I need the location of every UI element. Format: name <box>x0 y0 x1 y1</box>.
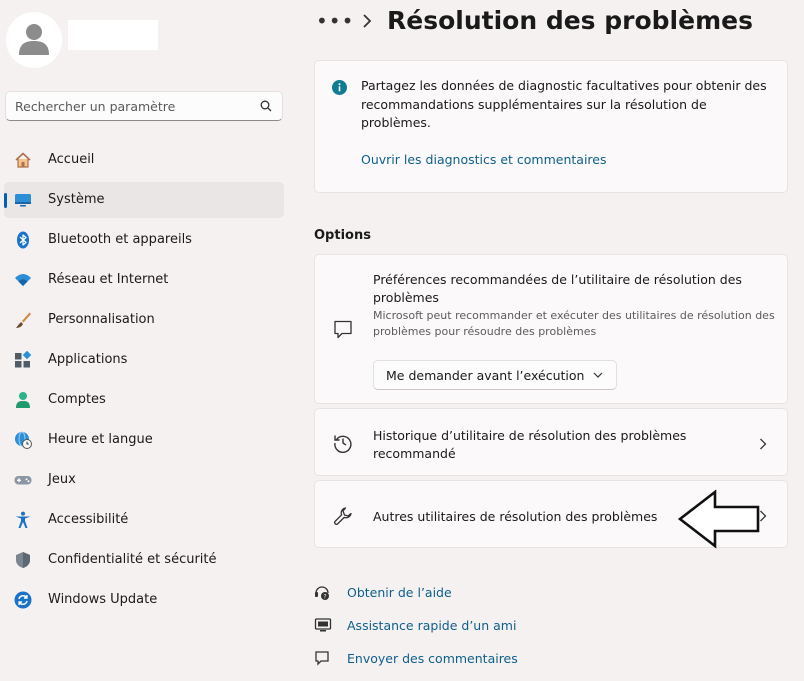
update-icon <box>14 591 32 609</box>
page-title: Résolution des problèmes <box>387 6 753 35</box>
annotation-arrow-icon <box>677 489 760 549</box>
history-icon <box>334 435 352 453</box>
account-icon <box>16 392 30 408</box>
sidebar-item-label: Personnalisation <box>48 312 155 327</box>
sidebar-item-comptes[interactable]: Comptes <box>4 382 284 418</box>
get-help-link[interactable]: ? Obtenir de l’aide <box>314 582 614 615</box>
quick-assist-label: Assistance rapide d’un ami <box>347 618 517 633</box>
chevron-down-icon <box>593 372 603 378</box>
gamepad-icon <box>14 476 32 485</box>
search-icon[interactable] <box>260 100 272 112</box>
accessibility-icon <box>15 511 31 528</box>
sidebar-item-accueil[interactable]: Accueil <box>4 142 284 178</box>
sidebar-item-bluetooth[interactable]: Bluetooth et appareils <box>4 222 284 258</box>
get-help-label: Obtenir de l’aide <box>347 585 452 600</box>
diagnostic-info-text: Partagez les données de diagnostic facul… <box>361 78 767 130</box>
sidebar: Accueil Système Bluetooth et appareils R… <box>0 0 296 659</box>
user-name-redacted <box>68 20 158 50</box>
globe-clock-icon <box>15 431 32 449</box>
chevron-right-icon <box>760 438 767 450</box>
person-icon <box>19 24 49 55</box>
feedback-icon <box>315 651 329 666</box>
preferences-description: Microsoft peut recommander et exécuter d… <box>373 309 775 338</box>
display-icon <box>15 194 31 207</box>
sidebar-item-personnalisation[interactable]: Personnalisation <box>4 302 284 338</box>
wrench-icon <box>334 507 352 525</box>
home-icon <box>15 152 31 168</box>
sidebar-item-accessibilite[interactable]: Accessibilité <box>4 502 284 538</box>
sidebar-nav: Accueil Système Bluetooth et appareils R… <box>4 142 284 622</box>
sidebar-item-confidentialite[interactable]: Confidentialité et sécurité <box>4 542 284 578</box>
bluetooth-icon <box>17 231 29 249</box>
sidebar-item-windows-update[interactable]: Windows Update <box>4 582 284 618</box>
sidebar-item-reseau[interactable]: Réseau et Internet <box>4 262 284 298</box>
user-avatar[interactable] <box>6 12 62 68</box>
run-preference-dropdown[interactable]: Me demander avant l’exécution <box>373 360 617 390</box>
sidebar-item-label: Jeux <box>48 472 76 487</box>
troubleshooter-history-card[interactable]: Historique d’utilitaire de résolution de… <box>314 408 788 476</box>
sidebar-item-label: Windows Update <box>48 592 158 607</box>
recommended-preferences-card: Préférences recommandées de l’utilitaire… <box>314 254 788 404</box>
diagnostic-info-card: Partagez les données de diagnostic facul… <box>314 60 788 193</box>
help-links: ? Obtenir de l’aide Assistance rapide d’… <box>314 582 614 681</box>
sidebar-item-applications[interactable]: Applications <box>4 342 284 378</box>
chat-bubble-icon <box>334 320 352 339</box>
sidebar-item-label: Système <box>48 192 105 207</box>
help-icon: ? <box>315 586 329 601</box>
other-troubleshooters-card[interactable]: Autres utilitaires de résolution des pro… <box>314 480 788 549</box>
sidebar-item-label: Comptes <box>48 392 106 407</box>
sidebar-item-label: Accessibilité <box>48 512 129 527</box>
sidebar-item-label: Confidentialité et sécurité <box>48 552 217 567</box>
chevron-right-icon <box>363 14 372 28</box>
history-title: Historique d’utilitaire de résolution de… <box>373 428 687 461</box>
sidebar-item-label: Applications <box>48 352 128 367</box>
chevron-right-icon <box>760 510 767 522</box>
options-section-title: Options <box>314 228 371 243</box>
svg-text:?: ? <box>323 594 326 601</box>
shield-icon <box>16 552 30 568</box>
sidebar-item-label: Accueil <box>48 152 95 167</box>
search-input[interactable] <box>15 97 245 115</box>
open-diagnostics-link[interactable]: Ouvrir les diagnostics et commentaires <box>361 152 607 167</box>
quick-assist-link[interactable]: Assistance rapide d’un ami <box>314 615 614 648</box>
sidebar-item-label: Heure et langue <box>48 432 153 447</box>
wifi-icon <box>15 274 31 286</box>
dropdown-selected-value: Me demander avant l’exécution <box>386 368 585 383</box>
brush-icon <box>16 312 31 328</box>
breadcrumb-more-button[interactable]: ••• <box>316 9 354 33</box>
sidebar-item-jeux[interactable]: Jeux <box>4 462 284 498</box>
preferences-title: Préférences recommandées de l’utilitaire… <box>373 272 742 305</box>
info-icon <box>332 80 347 95</box>
sidebar-item-label: Bluetooth et appareils <box>48 232 192 247</box>
send-feedback-link[interactable]: Envoyer des commentaires <box>314 648 614 681</box>
other-troubleshooters-title: Autres utilitaires de résolution des pro… <box>373 509 658 524</box>
apps-icon <box>15 351 32 368</box>
main-content: ••• Résolution des problèmes Partagez le… <box>296 0 804 666</box>
sidebar-item-label: Réseau et Internet <box>48 272 169 287</box>
sidebar-item-systeme[interactable]: Système <box>4 182 284 218</box>
remote-assist-icon <box>314 618 332 632</box>
search-box[interactable] <box>5 91 283 121</box>
sidebar-item-heure-langue[interactable]: Heure et langue <box>4 422 284 458</box>
